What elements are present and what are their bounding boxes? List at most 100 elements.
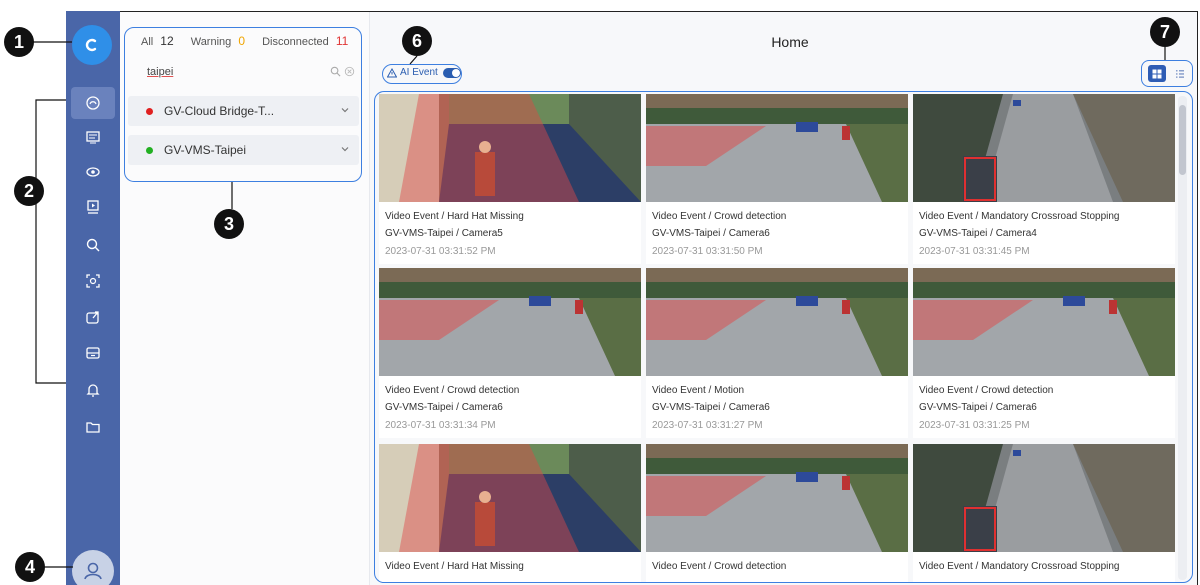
- event-title: Video Event / Crowd detection: [652, 211, 787, 222]
- event-thumbnail[interactable]: [646, 94, 908, 202]
- chevron-down-icon[interactable]: [339, 104, 351, 116]
- user-icon: [84, 562, 102, 580]
- event-card[interactable]: Video Event / Hard Hat Missing: [379, 444, 641, 582]
- event-source: GV-VMS-Taipei / Camera6: [652, 402, 770, 413]
- nav-playback[interactable]: [71, 191, 115, 223]
- grid-view-button[interactable]: [1148, 65, 1166, 82]
- event-card[interactable]: Video Event / Crowd detection: [646, 444, 908, 582]
- dashboard-icon: [86, 131, 100, 144]
- nav-home[interactable]: [71, 87, 115, 119]
- status-dot: [146, 147, 153, 154]
- toggle-switch[interactable]: [442, 67, 461, 78]
- event-card[interactable]: Video Event / Hard Hat Missing GV-VMS-Tai…: [379, 94, 641, 264]
- list-icon: [1176, 69, 1184, 78]
- ai-event-label: AI Event: [400, 67, 438, 78]
- user-avatar[interactable]: [72, 550, 114, 585]
- event-thumbnail[interactable]: [379, 444, 641, 552]
- device-item[interactable]: GV-VMS-Taipei: [128, 135, 359, 165]
- event-thumbnail[interactable]: [646, 268, 908, 376]
- playback-icon: [87, 200, 99, 214]
- event-title: Video Event / Crowd detection: [385, 385, 520, 396]
- event-title: Video Event / Motion: [652, 385, 745, 396]
- callout-badge: 3: [214, 209, 244, 239]
- chevron-down-icon[interactable]: [339, 143, 351, 155]
- device-counts: All 12 Warning 0 Disconnected 11: [141, 34, 362, 48]
- camera-snapshot: [646, 268, 908, 376]
- device-name: GV-VMS-Taipei: [164, 143, 247, 157]
- device-item[interactable]: GV-Cloud Bridge-T...: [128, 96, 359, 126]
- event-timestamp: 2023-07-31 03:31:52 PM: [385, 246, 496, 257]
- callout-badge: 2: [14, 176, 44, 206]
- event-card[interactable]: Video Event / Motion GV-VMS-Taipei / Came…: [646, 268, 908, 438]
- event-card[interactable]: Video Event / Crowd detection GV-VMS-Taip…: [379, 268, 641, 438]
- event-grid: Video Event / Hard Hat Missing GV-VMS-Tai…: [374, 91, 1193, 583]
- event-timestamp: 2023-07-31 03:31:45 PM: [919, 246, 1030, 257]
- callout-badge: 1: [4, 27, 34, 57]
- event-title: Video Event / Hard Hat Missing: [385, 561, 524, 572]
- event-timestamp: 2023-07-31 03:31:27 PM: [652, 420, 763, 431]
- bell-icon: [86, 384, 100, 397]
- camera-snapshot: [913, 444, 1175, 552]
- event-card[interactable]: Video Event / Mandatory Crossroad Stoppi…: [913, 94, 1175, 264]
- event-card[interactable]: Video Event / Crowd detection GV-VMS-Taip…: [646, 94, 908, 264]
- event-thumbnail[interactable]: [379, 94, 641, 202]
- event-thumbnail[interactable]: [646, 444, 908, 552]
- count-warning-label[interactable]: Warning: [191, 36, 232, 48]
- view-icon: [86, 167, 100, 177]
- camera-snapshot: [913, 94, 1175, 202]
- status-dot: [146, 108, 153, 115]
- event-title: Video Event / Mandatory Crossroad Stoppi…: [919, 211, 1120, 222]
- camera-snapshot: [913, 268, 1175, 376]
- page-title: Home: [771, 34, 809, 50]
- nav-ai-scan[interactable]: [71, 265, 115, 297]
- count-warning-value: 0: [238, 34, 246, 48]
- count-disconnected-label[interactable]: Disconnected: [262, 36, 329, 48]
- callout-badge: 6: [402, 26, 432, 56]
- ai-scan-icon: [86, 274, 100, 288]
- event-title: Video Event / Mandatory Crossroad Stoppi…: [919, 561, 1120, 572]
- nav-notifications[interactable]: [71, 374, 115, 406]
- ai-event-toggle[interactable]: AI Event: [387, 67, 461, 78]
- nav-dashboard[interactable]: [71, 121, 115, 153]
- camera-snapshot: [379, 94, 641, 202]
- event-source: GV-VMS-Taipei / Camera5: [385, 228, 503, 239]
- nav-view[interactable]: [71, 156, 115, 188]
- clear-icon[interactable]: [344, 66, 355, 77]
- screenshot-stage: All 12 Warning 0 Disconnected 11 taipei …: [0, 0, 1200, 585]
- event-thumbnail[interactable]: [913, 94, 1175, 202]
- nav-archive[interactable]: [71, 337, 115, 369]
- callout-badge: 7: [1150, 17, 1180, 47]
- export-icon: [86, 311, 99, 324]
- search-input[interactable]: taipei: [147, 66, 173, 78]
- sidebar: [66, 11, 120, 585]
- camera-snapshot: [646, 94, 908, 202]
- camera-snapshot: [379, 268, 641, 376]
- nav-files[interactable]: [71, 411, 115, 443]
- event-thumbnail[interactable]: [379, 268, 641, 376]
- event-thumbnail[interactable]: [913, 268, 1175, 376]
- home-icon: [86, 96, 100, 110]
- device-name: GV-Cloud Bridge-T...: [164, 104, 275, 118]
- nav-export[interactable]: [71, 301, 115, 333]
- count-all-value: 12: [160, 34, 174, 48]
- list-view-button[interactable]: [1171, 65, 1189, 82]
- event-title: Video Event / Hard Hat Missing: [385, 211, 524, 222]
- archive-icon: [86, 347, 100, 359]
- app-logo-icon[interactable]: [72, 25, 112, 65]
- search-icon[interactable]: [330, 66, 341, 77]
- event-card[interactable]: Video Event / Crowd detection GV-VMS-Taip…: [913, 268, 1175, 438]
- event-timestamp: 2023-07-31 03:31:50 PM: [652, 246, 763, 257]
- event-source: GV-VMS-Taipei / Camera4: [919, 228, 1037, 239]
- nav-search[interactable]: [71, 229, 115, 261]
- event-thumbnail[interactable]: [913, 444, 1175, 552]
- scrollbar-thumb[interactable]: [1179, 105, 1186, 175]
- event-title: Video Event / Crowd detection: [919, 385, 1054, 396]
- warning-icon: [387, 67, 397, 77]
- event-card[interactable]: Video Event / Mandatory Crossroad Stoppi…: [913, 444, 1175, 582]
- search-icon: [86, 238, 100, 252]
- device-search[interactable]: taipei: [141, 60, 359, 84]
- event-timestamp: 2023-07-31 03:31:25 PM: [919, 420, 1030, 431]
- event-source: GV-VMS-Taipei / Camera6: [652, 228, 770, 239]
- count-all-label[interactable]: All: [141, 36, 153, 48]
- count-disconnected-value: 11: [335, 34, 349, 48]
